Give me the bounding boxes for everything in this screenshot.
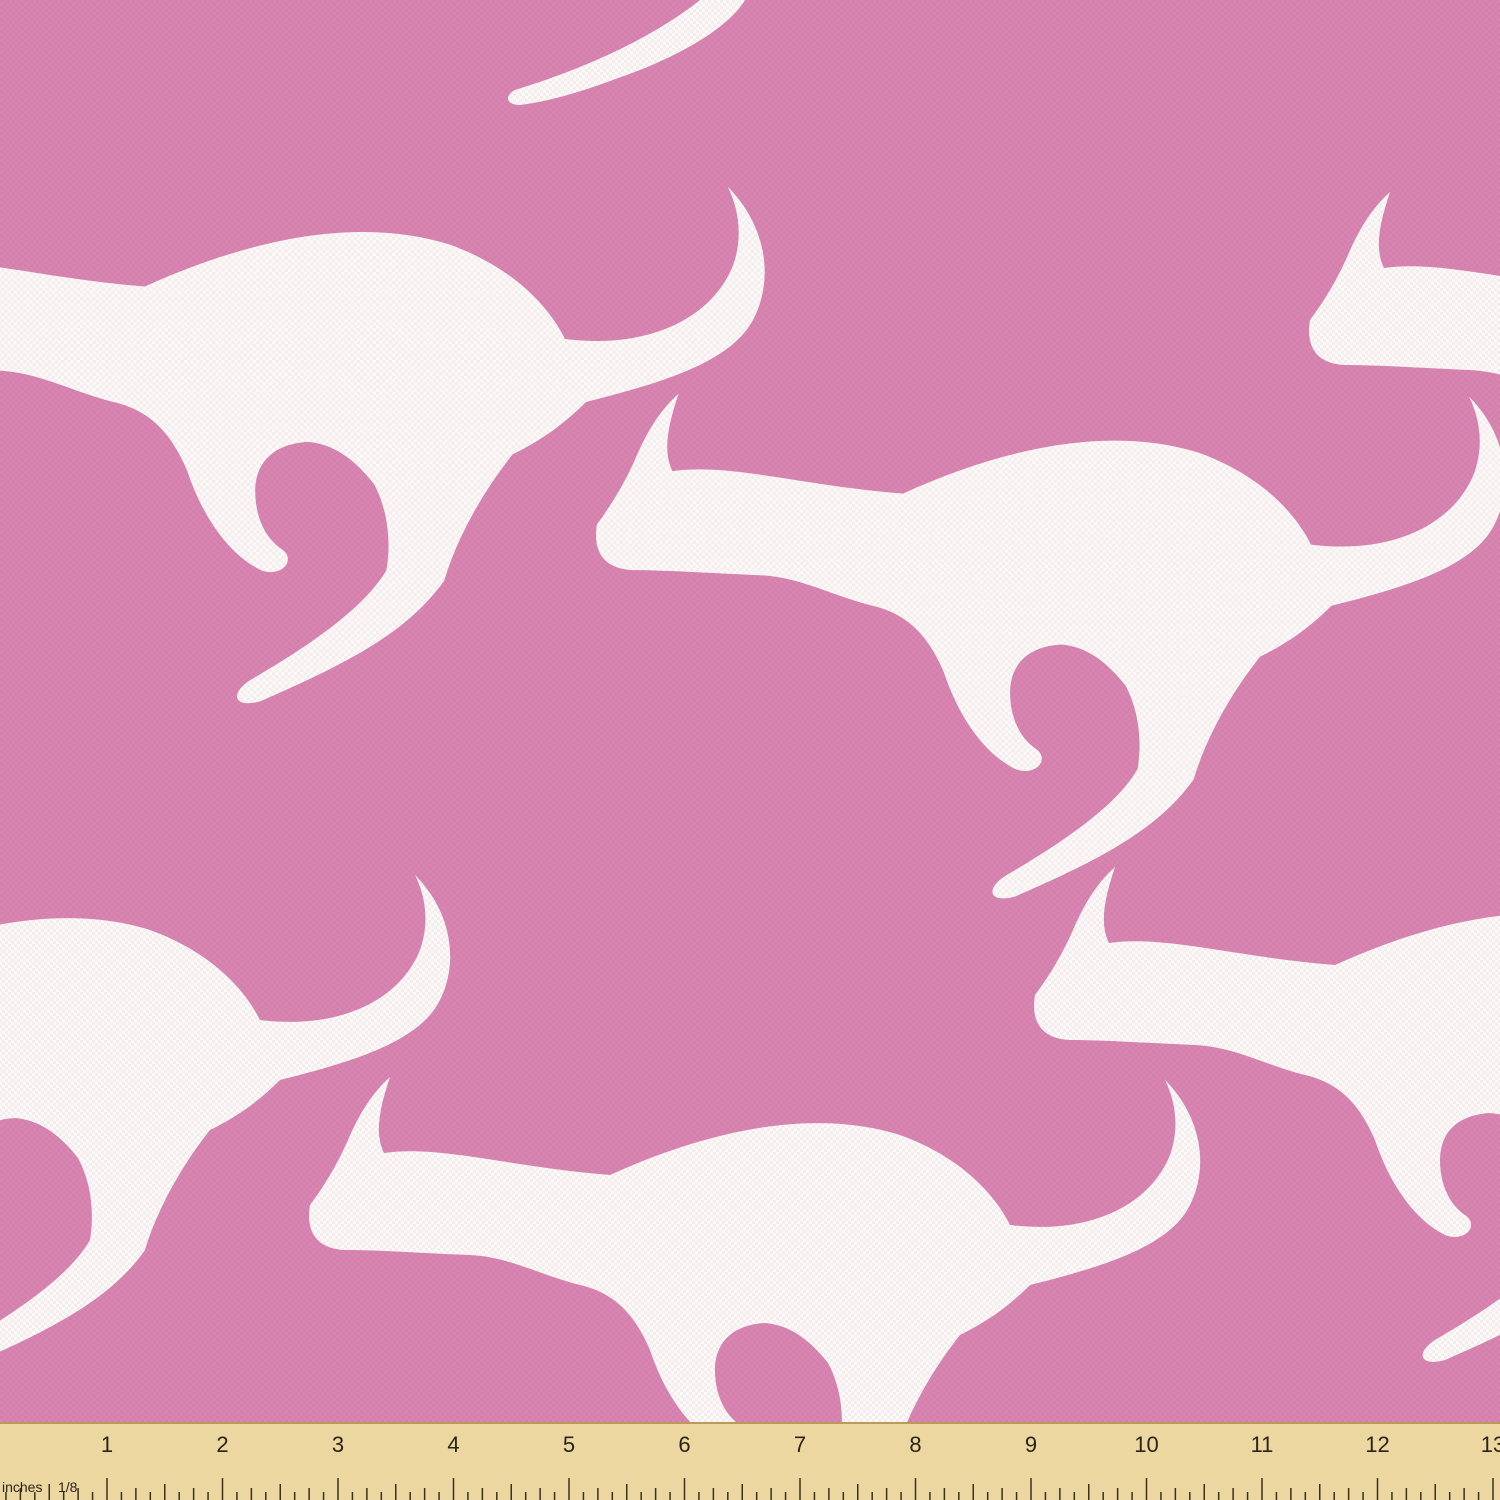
fabric-swatch: 1 2 3 4 5 6 7 8 9 10 11 12 13 inches 1/8 [0, 0, 1500, 1500]
ruler-number: 4 [447, 1432, 459, 1457]
ruler-number: 11 [1251, 1432, 1274, 1457]
ruler-number: 9 [1025, 1432, 1037, 1457]
ruler-fraction-label: 1/8 [58, 1479, 78, 1495]
ruler-number: 3 [332, 1432, 344, 1457]
ruler-unit-label: inches [2, 1479, 42, 1495]
ruler-number: 7 [794, 1432, 806, 1457]
measuring-ruler: 1 2 3 4 5 6 7 8 9 10 11 12 13 inches 1/8 [0, 1422, 1500, 1500]
ruler-number: 1 [101, 1432, 113, 1457]
fabric-pattern [0, 0, 1500, 1500]
ruler-number: 5 [563, 1432, 575, 1457]
ruler-number: 10 [1134, 1432, 1158, 1457]
ruler-number: 2 [216, 1432, 228, 1457]
ruler-number: 13 [1481, 1432, 1500, 1457]
ruler-number: 8 [909, 1432, 921, 1457]
ruler-number: 6 [678, 1432, 690, 1457]
ruler-number: 12 [1365, 1432, 1389, 1457]
